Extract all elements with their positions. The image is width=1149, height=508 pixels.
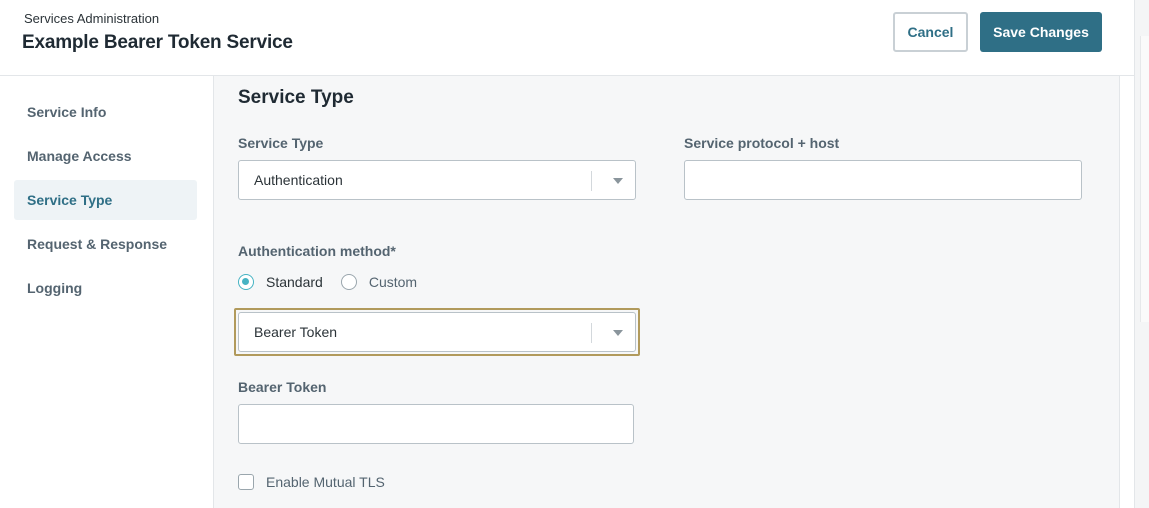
sidebar-item-label: Logging [27,280,83,296]
standard-radio-label[interactable]: Standard [266,274,323,290]
sidebar-item-label: Request & Response [27,236,168,252]
service-type-select[interactable]: Authentication [238,160,636,200]
service-type-label: Service Type [238,135,324,151]
protocol-host-input[interactable] [684,160,1082,200]
save-changes-button[interactable]: Save Changes [980,12,1102,52]
sidebar-item-label: Manage Access [27,148,132,164]
window-scrollbar[interactable] [1134,0,1149,508]
section-title: Service Type [238,87,354,108]
protocol-host-label: Service protocol + host [684,135,840,151]
sidebar: Service Info Manage Access Service Type … [0,76,214,508]
mutual-tls-checkbox[interactable] [238,474,254,490]
sidebar-item-service-type[interactable]: Service Type [14,180,197,220]
auth-method-value: Bearer Token [254,324,338,340]
sidebar-item-label: Service Info [27,104,107,120]
mutual-tls-label[interactable]: Enable Mutual TLS [266,474,385,490]
sidebar-item-request-response[interactable]: Request & Response [14,224,197,264]
auth-method-radio-group: Standard Custom [238,273,417,291]
breadcrumb[interactable]: Services Administration [24,11,159,26]
chevron-down-icon [613,330,623,336]
sidebar-item-label: Service Type [27,192,113,208]
sidebar-item-logging[interactable]: Logging [14,268,197,308]
scrollbar-track [1140,36,1149,322]
auth-method-label: Authentication method* [238,243,396,259]
main-panel-edge [1119,76,1134,508]
mutual-tls-row: Enable Mutual TLS [238,474,385,490]
sidebar-item-service-info[interactable]: Service Info [14,92,197,132]
page-title: Example Bearer Token Service [22,32,293,53]
bearer-token-label: Bearer Token [238,379,327,395]
auth-method-select[interactable]: Bearer Token [238,312,636,352]
service-type-value: Authentication [254,172,343,188]
custom-radio[interactable] [340,274,357,290]
main-panel: Service Type Service Type Authentication… [214,76,1120,508]
standard-radio[interactable] [238,274,254,290]
select-divider [591,171,592,191]
bearer-token-input[interactable] [238,404,634,444]
sidebar-item-manage-access[interactable]: Manage Access [14,136,197,176]
cancel-button[interactable]: Cancel [893,12,968,52]
chevron-down-icon [613,178,623,184]
page-header: Services Administration Example Bearer T… [0,0,1134,76]
custom-radio-label[interactable]: Custom [369,274,417,290]
select-divider [591,323,592,343]
